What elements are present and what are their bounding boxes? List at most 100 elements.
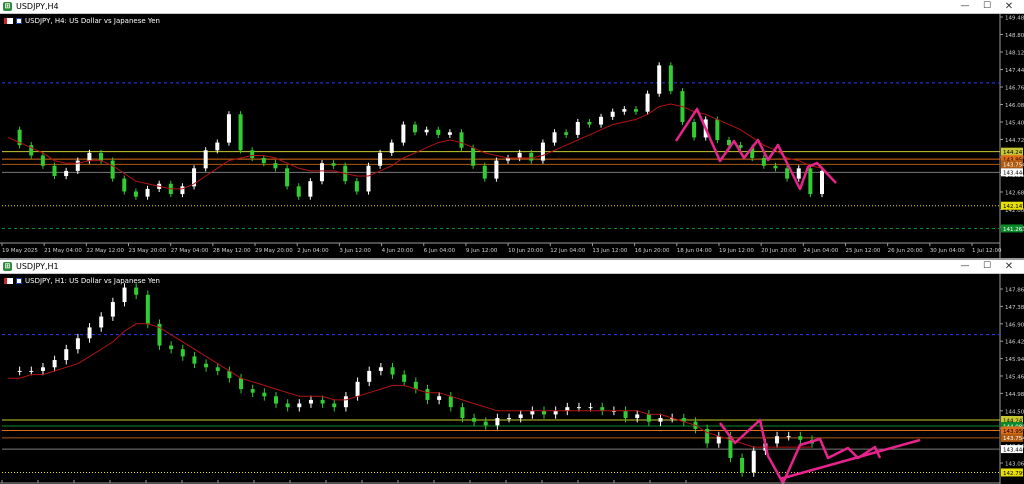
- price-tick-label: 145.460: [1005, 375, 1024, 381]
- candle-body: [425, 389, 430, 400]
- candle-body: [773, 165, 778, 169]
- chart-window-h1[interactable]: ⊞ USDJPY,H1 — ☐ ✕ USDJPY, H1: US Dollar …: [0, 260, 1024, 484]
- candle-body: [145, 188, 150, 197]
- candle-body: [273, 163, 278, 169]
- candle-body: [378, 367, 383, 371]
- chart-window-h4[interactable]: ⊞ USDJPY,H4 — ☐ ✕ USDJPY, H4: US Dollar …: [0, 0, 1024, 258]
- candle-body: [308, 181, 313, 197]
- candle-body: [226, 114, 231, 143]
- time-tick-label: 22 May 12:00: [86, 248, 124, 254]
- price-tick-label: 148.120: [1005, 51, 1024, 57]
- candle-body: [623, 410, 628, 419]
- candle-body: [64, 170, 69, 177]
- candle-body: [507, 418, 512, 420]
- time-tick-label: 28 May 12:00: [213, 248, 251, 254]
- candle-body: [798, 436, 803, 440]
- candle-body: [692, 122, 697, 138]
- candle-body: [436, 129, 441, 135]
- candle-body: [110, 160, 115, 179]
- time-tick-label: 29 May 20:00: [255, 248, 293, 254]
- price-level-label: 142.799: [1003, 471, 1024, 477]
- candle-body: [355, 381, 360, 397]
- candle-body: [633, 109, 638, 112]
- time-tick-label: 10 Jun 20:00: [508, 248, 543, 254]
- price-chart-h4[interactable]: 149.480 148.800 148.120 147.440 146.760 146.0…: [0, 0, 1024, 258]
- candle-body: [424, 129, 429, 133]
- candle-body: [64, 349, 69, 361]
- candle-body: [447, 132, 452, 135]
- time-tick-label: 2 Jun 04:00: [297, 248, 329, 254]
- candle-body: [401, 124, 406, 143]
- candle-body: [285, 403, 290, 408]
- candle-body: [296, 186, 301, 197]
- price-tick-label: 146.760: [1005, 86, 1024, 92]
- candle-body: [239, 378, 244, 390]
- candle-body: [134, 287, 139, 295]
- candle-body: [553, 410, 558, 415]
- candle-body: [180, 349, 185, 357]
- time-tick-label: 30 Jun 04:00: [930, 248, 965, 254]
- candle-body: [52, 360, 57, 368]
- time-tick-label: 12 Jun 04:00: [550, 248, 585, 254]
- time-tick-label: 23 May 20:00: [129, 248, 167, 254]
- price-level-label: 143.444: [1003, 447, 1024, 453]
- candle-body: [332, 403, 337, 408]
- candle-body: [459, 132, 464, 148]
- price-chart-h1[interactable]: 147.860 147.380 146.900 146.420 145.940 145.4…: [0, 260, 1024, 484]
- candle-body: [215, 142, 220, 151]
- candle-body: [645, 93, 650, 112]
- candle-body: [331, 163, 336, 166]
- price-tick-label: 146.080: [1005, 103, 1024, 109]
- candle-body: [716, 436, 721, 444]
- candle-body: [390, 367, 395, 375]
- candle-body: [658, 418, 663, 422]
- price-tick-label: 148.800: [1005, 33, 1024, 39]
- price-tick-label: 145.940: [1005, 357, 1024, 363]
- price-level-label: 143.444: [1003, 171, 1024, 177]
- candle-body: [40, 367, 45, 371]
- candle-body: [448, 396, 453, 408]
- candle-body: [87, 152, 92, 161]
- time-tick-label: 24 Jun 04:00: [803, 248, 838, 254]
- candle-body: [366, 165, 371, 192]
- candle-body: [274, 396, 278, 404]
- candle-body: [808, 168, 813, 195]
- candle-body: [472, 418, 477, 422]
- time-tick-label: 19 May 2025: [2, 248, 38, 254]
- candle-body: [99, 316, 104, 328]
- time-tick-label: 4 Jun 20:00: [382, 248, 414, 254]
- candle-body: [17, 370, 22, 372]
- candle-body: [588, 407, 593, 409]
- price-tick-label: 145.400: [1005, 121, 1024, 127]
- price-level-label: 143.754: [1003, 163, 1024, 169]
- price-level-label: 143.754: [1003, 436, 1024, 442]
- candle-body: [646, 414, 651, 422]
- candle-body: [517, 152, 522, 159]
- candle-body: [471, 147, 476, 166]
- candle-body: [343, 396, 348, 408]
- price-tick-label: 147.440: [1005, 68, 1024, 74]
- candle-body: [529, 152, 534, 161]
- time-tick-label: 21 May 04:00: [44, 248, 82, 254]
- candle-body: [204, 363, 209, 368]
- candle-body: [99, 152, 104, 161]
- time-tick-label: 19 Jun 12:00: [719, 248, 754, 254]
- candle-body: [494, 160, 499, 179]
- time-tick-label: 1 Jul 12:00: [972, 248, 1002, 254]
- time-tick-label: 16 Jun 20:00: [635, 248, 670, 254]
- candle-body: [308, 399, 313, 404]
- candle-body: [40, 155, 45, 166]
- moving-average-line: [8, 323, 812, 448]
- time-tick-label: 13 Jun 12:00: [592, 248, 627, 254]
- candle-body: [587, 122, 592, 125]
- candle-body: [565, 407, 570, 411]
- candle-body: [796, 168, 801, 179]
- candle-body: [668, 65, 673, 92]
- candle-body: [354, 181, 359, 192]
- candle-body: [192, 356, 197, 364]
- candle-body: [320, 399, 325, 404]
- candle-body: [575, 122, 580, 135]
- time-tick-label: 26 Jun 20:00: [888, 248, 923, 254]
- candle-body: [133, 191, 138, 197]
- time-tick-label: 6 Jun 04:00: [424, 248, 456, 254]
